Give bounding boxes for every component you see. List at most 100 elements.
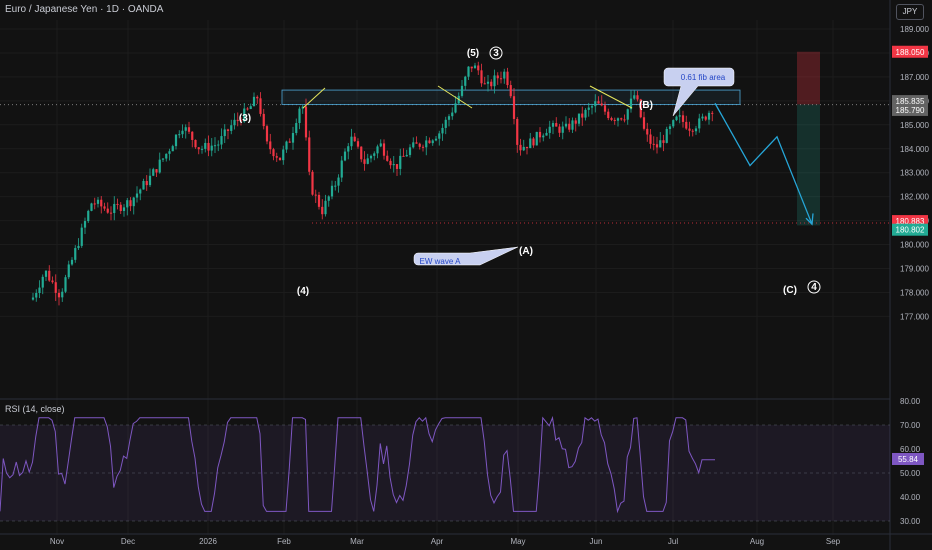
rsi-axis-label: 60.00: [900, 445, 921, 454]
candle-body: [672, 120, 675, 127]
candle-body: [337, 177, 340, 186]
candle-body: [158, 159, 161, 173]
candle-body: [259, 98, 262, 114]
time-axis-label: Dec: [121, 537, 135, 546]
candle-body: [252, 96, 256, 107]
price-axis-label: 185.000: [900, 121, 929, 130]
candle-body: [139, 189, 142, 194]
candle-body: [434, 138, 438, 141]
candle-body: [626, 109, 629, 120]
candle-body: [376, 146, 379, 154]
candle-body: [590, 106, 594, 108]
candle-body: [408, 147, 412, 155]
candle-body: [74, 248, 77, 260]
candle-body: [324, 200, 327, 215]
candle-body: [207, 142, 210, 151]
candle-body: [142, 181, 145, 190]
time-axis-label: Jun: [590, 537, 603, 546]
candle-body: [405, 154, 408, 157]
price-axis-label: 177.000: [900, 312, 929, 321]
candle-body: [356, 141, 360, 147]
candle-body: [285, 141, 288, 150]
candle-body: [288, 141, 291, 143]
candle-body: [327, 196, 330, 201]
time-axis-label: Mar: [350, 537, 364, 546]
candle-body: [298, 108, 301, 124]
candle-body: [347, 146, 350, 152]
price-axis-label: 189.000: [900, 25, 929, 34]
candle-body: [51, 280, 54, 283]
candle-body: [571, 120, 574, 130]
candle-body: [217, 144, 220, 146]
candle-body: [685, 121, 688, 129]
candle-body: [61, 291, 64, 298]
candle-body: [213, 145, 217, 147]
price-tag-label: 180.802: [896, 226, 925, 235]
candle-body: [701, 116, 704, 119]
time-axis-label: Apr: [431, 537, 444, 546]
candle-body: [512, 96, 516, 119]
candle-body: [389, 160, 392, 166]
candle-body: [262, 113, 265, 127]
price-tag-label: 188.050: [896, 48, 925, 57]
candle-body: [516, 118, 519, 145]
candle-body: [83, 221, 87, 228]
time-axis-label: May: [510, 537, 525, 546]
candle-body: [613, 119, 616, 121]
candle-body: [633, 95, 636, 99]
price-tag-label: 185.790: [896, 106, 925, 115]
candle-body: [90, 203, 93, 211]
candle-body: [694, 128, 698, 132]
candle-body: [311, 171, 314, 195]
candle-body: [548, 126, 551, 133]
candle-body: [269, 141, 272, 150]
candle-body: [610, 118, 613, 120]
candle-body: [418, 143, 421, 147]
candle-body: [392, 164, 395, 166]
candle-body: [265, 126, 269, 142]
candle-body: [204, 142, 207, 149]
candle-body: [555, 123, 558, 127]
candle-body: [132, 197, 135, 207]
candle-body: [282, 149, 285, 161]
candle-body: [31, 297, 35, 300]
candle-body: [564, 123, 568, 127]
candle-body: [334, 185, 337, 187]
candle-body: [194, 139, 197, 148]
candle-body: [109, 212, 113, 214]
candle-body: [490, 81, 493, 87]
candle-body: [233, 119, 236, 126]
candle-body: [181, 130, 184, 135]
candle-body: [499, 78, 503, 80]
candle-body: [688, 128, 691, 131]
price-axis-label: 180.000: [900, 241, 929, 250]
candle-body: [353, 136, 356, 142]
candle-body: [246, 108, 249, 110]
candle-body: [314, 194, 317, 196]
candle-body: [379, 143, 382, 147]
candle-body: [321, 206, 324, 215]
currency-badge[interactable]: JPY: [896, 4, 924, 20]
time-axis-label: Feb: [277, 537, 291, 546]
candle-body: [350, 136, 353, 147]
candle-body: [197, 147, 200, 150]
candle-body: [54, 282, 57, 293]
rsi-value-label: 55.84: [898, 455, 919, 464]
candle-body: [184, 127, 187, 131]
candle-body: [64, 277, 67, 292]
candle-body: [581, 113, 584, 118]
candle-body: [607, 111, 610, 119]
wave-label-circled: 3: [493, 48, 499, 59]
candle-body: [711, 112, 714, 114]
candle-body: [161, 158, 165, 160]
rsi-title: RSI (14, close): [5, 404, 65, 414]
wave-label-circled: 4: [811, 282, 817, 293]
candle-body: [561, 126, 564, 133]
candle-body: [291, 133, 295, 143]
candle-body: [402, 155, 405, 157]
candle-body: [230, 125, 233, 131]
candle-body: [38, 287, 41, 293]
chart-canvas[interactable]: 189.000188.000187.000186.000185.000184.0…: [0, 0, 932, 550]
candle-body: [441, 127, 444, 134]
candle-body: [642, 117, 646, 129]
